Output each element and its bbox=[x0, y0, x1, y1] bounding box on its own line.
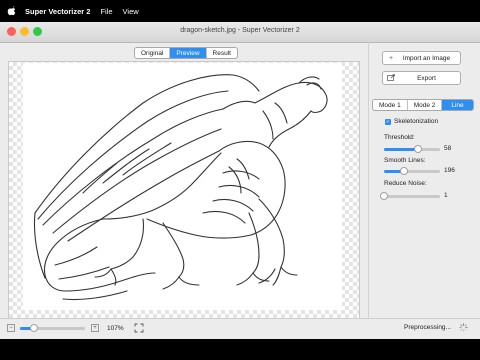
tab-mode-2[interactable]: Mode 2 bbox=[408, 100, 443, 110]
threshold-label: Threshold: bbox=[384, 134, 415, 141]
menu-app-name[interactable]: Super Vectorizer 2 bbox=[25, 7, 90, 16]
smooth-lines-slider[interactable] bbox=[384, 167, 440, 175]
import-image-button[interactable]: + Import an Image bbox=[382, 51, 461, 65]
menu-file[interactable]: File bbox=[100, 7, 112, 16]
skeletonization-option[interactable]: ✓ Skeletonization bbox=[385, 118, 438, 125]
threshold-value: 58 bbox=[444, 145, 452, 152]
tab-line[interactable]: Line bbox=[442, 100, 473, 110]
zoom-slider-knob[interactable] bbox=[30, 324, 39, 332]
tab-original[interactable]: Original bbox=[135, 48, 171, 58]
apple-icon[interactable] bbox=[7, 6, 16, 16]
dragon-line-art bbox=[33, 74, 328, 301]
export-button[interactable]: Export bbox=[382, 71, 461, 85]
zoom-level: 107% bbox=[107, 325, 124, 332]
zoom-slider[interactable] bbox=[20, 324, 85, 332]
reduce-noise-slider-knob[interactable] bbox=[380, 192, 388, 200]
reduce-noise-label: Reduce Noise: bbox=[384, 180, 427, 187]
sidebar-divider bbox=[368, 42, 369, 338]
threshold-slider[interactable] bbox=[384, 145, 440, 153]
reduce-noise-slider[interactable] bbox=[380, 192, 440, 200]
menu-bar: Super Vectorizer 2 File View bbox=[0, 0, 480, 22]
zoom-in-button[interactable]: + bbox=[91, 324, 99, 332]
status-text: Preprocessing... bbox=[404, 324, 451, 331]
smooth-lines-value: 196 bbox=[444, 167, 455, 174]
progress-spinner-icon bbox=[459, 323, 468, 332]
zoom-out-button[interactable]: − bbox=[7, 324, 15, 332]
export-box-icon bbox=[383, 73, 399, 83]
reduce-noise-value: 1 bbox=[444, 192, 448, 199]
skeletonization-label: Skeletonization bbox=[394, 118, 439, 125]
export-label: Export bbox=[417, 74, 436, 82]
tab-result[interactable]: Result bbox=[207, 48, 237, 58]
mode-tabs: Mode 1 Mode 2 Line bbox=[372, 99, 474, 111]
plus-icon: + bbox=[388, 54, 394, 62]
threshold-slider-knob[interactable] bbox=[413, 145, 422, 153]
dragon-sketch-image bbox=[23, 63, 342, 310]
tab-mode-1[interactable]: Mode 1 bbox=[373, 100, 408, 110]
smooth-lines-label: Smooth Lines: bbox=[384, 157, 426, 164]
window-title: dragon-sketch.jpg - Super Vectorizer 2 bbox=[180, 27, 300, 34]
menu-view[interactable]: View bbox=[123, 7, 139, 16]
app-window: dragon-sketch.jpg - Super Vectorizer 2 O… bbox=[0, 22, 480, 339]
smooth-lines-slider-knob[interactable] bbox=[399, 167, 408, 175]
view-tabs: Original Preview Result bbox=[134, 47, 238, 59]
bottom-toolbar: − + 107% Preprocessing... bbox=[0, 318, 480, 339]
skeletonization-checkbox[interactable]: ✓ bbox=[385, 118, 391, 125]
title-bar: dragon-sketch.jpg - Super Vectorizer 2 bbox=[0, 22, 480, 43]
import-image-label: Import an Image bbox=[402, 54, 451, 62]
fit-to-window-icon[interactable] bbox=[134, 323, 144, 333]
tab-preview[interactable]: Preview bbox=[170, 48, 207, 58]
